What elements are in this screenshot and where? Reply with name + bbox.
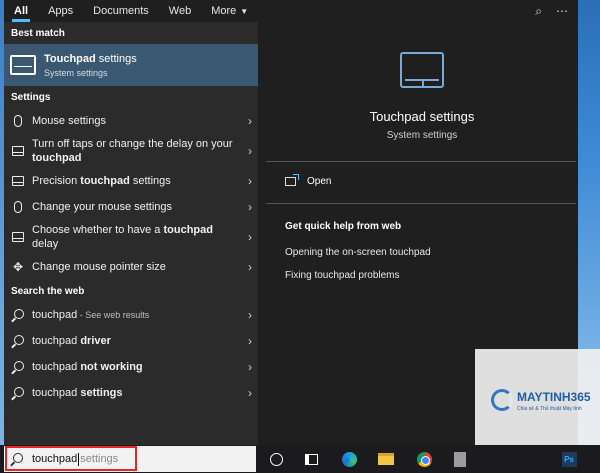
- help-heading: Get quick help from web: [285, 221, 402, 232]
- settings-item-mouse[interactable]: Mouse settings ›: [4, 108, 258, 134]
- file-explorer-button[interactable]: [377, 450, 395, 468]
- search-icon: [14, 309, 24, 319]
- search-icon: [14, 387, 24, 397]
- calculator-button[interactable]: [451, 450, 469, 468]
- divider: [266, 161, 576, 162]
- cortana-icon: [269, 452, 283, 466]
- touchpad-icon: [12, 232, 24, 242]
- chrome-button[interactable]: [415, 450, 433, 468]
- tab-label: Apps: [48, 5, 74, 17]
- section-heading-best-match: Best match: [11, 27, 65, 39]
- cortana-button[interactable]: [267, 450, 285, 468]
- touchpad-icon: [12, 176, 24, 186]
- tab-more[interactable]: More ▼: [201, 0, 258, 22]
- tab-label: Web: [168, 5, 192, 17]
- tab-label: More: [211, 5, 237, 17]
- chevron-right-icon[interactable]: ›: [242, 200, 252, 214]
- tab-documents[interactable]: Documents: [83, 0, 159, 22]
- tab-all[interactable]: All: [4, 0, 38, 22]
- pointer-icon: ✥: [12, 260, 24, 274]
- open-icon: [285, 174, 299, 186]
- chevron-right-icon[interactable]: ›: [242, 334, 252, 348]
- search-icon: [14, 335, 24, 345]
- chevron-right-icon[interactable]: ›: [242, 174, 252, 188]
- chevron-right-icon[interactable]: ›: [242, 308, 252, 322]
- help-link-on-screen-touchpad[interactable]: Opening the on-screen touchpad: [285, 247, 431, 258]
- tab-label: Documents: [93, 5, 149, 17]
- watermark-brand: MAYTINH365: [517, 390, 591, 404]
- preview-title: Touchpad settings: [369, 109, 475, 124]
- settings-item-pointer-size[interactable]: ✥ Change mouse pointer size ›: [4, 254, 258, 280]
- best-match-title: Touchpad settings: [44, 53, 137, 65]
- item-label: Change your mouse settings: [32, 201, 173, 213]
- settings-item-precision-touchpad[interactable]: Precision touchpad settings ›: [4, 168, 258, 194]
- item-label: Change mouse pointer size: [32, 261, 166, 273]
- edge-icon: [341, 451, 357, 467]
- task-view-icon: [304, 453, 318, 465]
- item-label: Mouse settings: [32, 115, 106, 127]
- feedback-icon[interactable]: ⌕: [535, 4, 542, 19]
- chevron-right-icon[interactable]: ›: [242, 144, 252, 158]
- tab-label: All: [14, 5, 29, 17]
- best-match-item[interactable]: Touchpad settings System settings: [4, 44, 258, 86]
- more-options-icon[interactable]: ⋯: [556, 4, 568, 19]
- results-pane: Best match Touchpad settings System sett…: [4, 22, 258, 445]
- caret-down-icon: ▼: [240, 6, 249, 16]
- chevron-right-icon[interactable]: ›: [242, 230, 252, 244]
- touchpad-icon: [12, 146, 24, 156]
- item-label: Choose whether to have a touchpad delay: [32, 224, 213, 250]
- chevron-right-icon[interactable]: ›: [242, 360, 252, 374]
- item-label: touchpad not working: [32, 361, 143, 373]
- item-label: touchpad driver: [32, 335, 111, 347]
- tab-web[interactable]: Web: [159, 0, 201, 22]
- mouse-icon: [14, 201, 22, 213]
- edge-button[interactable]: [340, 450, 358, 468]
- highlight-box: [5, 446, 137, 471]
- preview-header: Touchpad settings System settings: [266, 22, 578, 162]
- best-match-subtitle: System settings: [44, 67, 108, 78]
- chrome-icon: [416, 451, 432, 467]
- watermark: MAYTINH365 Chia sẻ & Thủ thuật Máy tính: [475, 349, 600, 445]
- settings-item-touchpad-delay[interactable]: Choose whether to have a touchpad delay …: [4, 220, 258, 254]
- open-action[interactable]: Open: [285, 174, 332, 187]
- mouse-icon: [14, 115, 22, 127]
- divider: [266, 203, 576, 204]
- brand-logo-icon: [491, 389, 513, 411]
- file-explorer-icon: [378, 453, 394, 465]
- web-item-touchpad-not-working[interactable]: touchpad not working ›: [4, 354, 258, 380]
- preview-subtitle: System settings: [386, 130, 458, 141]
- tab-apps[interactable]: Apps: [38, 0, 83, 22]
- item-label: Turn off taps or change the delay on you…: [32, 138, 233, 164]
- web-item-touchpad-settings[interactable]: touchpad settings ›: [4, 380, 258, 406]
- item-label: touchpad - See web results: [32, 309, 150, 321]
- open-label: Open: [307, 176, 332, 187]
- title-bold: Touchpad: [44, 52, 96, 65]
- chevron-right-icon[interactable]: ›: [242, 386, 252, 400]
- section-heading-settings: Settings: [11, 91, 51, 103]
- chevron-right-icon[interactable]: ›: [242, 114, 252, 128]
- calculator-icon: [454, 451, 466, 467]
- task-view-button[interactable]: [302, 450, 320, 468]
- touchpad-icon: [10, 55, 36, 75]
- section-heading-web: Search the web: [11, 285, 85, 297]
- help-link-fixing-touchpad[interactable]: Fixing touchpad problems: [285, 270, 400, 281]
- touchpad-icon: [400, 52, 444, 88]
- photoshop-button[interactable]: Ps: [560, 450, 578, 468]
- title-rest: settings: [95, 52, 137, 65]
- settings-item-touchpad-taps[interactable]: Turn off taps or change the delay on you…: [4, 134, 258, 168]
- web-item-touchpad-driver[interactable]: touchpad driver ›: [4, 328, 258, 354]
- web-item-touchpad[interactable]: touchpad - See web results ›: [4, 302, 258, 328]
- watermark-tagline: Chia sẻ & Thủ thuật Máy tính: [517, 406, 582, 412]
- search-filter-tabs: All Apps Documents Web More ▼ ⌕ ⋯: [4, 0, 578, 22]
- photoshop-icon: Ps: [561, 451, 577, 467]
- chevron-right-icon[interactable]: ›: [242, 260, 252, 274]
- settings-item-change-mouse[interactable]: Change your mouse settings ›: [4, 194, 258, 220]
- search-icon: [14, 361, 24, 371]
- item-label: touchpad settings: [32, 387, 123, 399]
- item-label: Precision touchpad settings: [32, 175, 171, 187]
